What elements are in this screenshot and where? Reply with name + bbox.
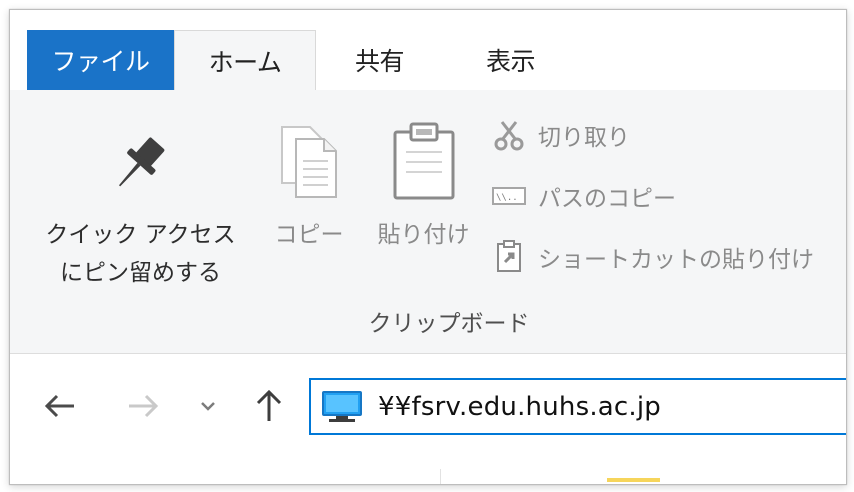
copy-button-label: コピー xyxy=(274,222,344,248)
paste-button[interactable]: 貼り付け xyxy=(361,108,486,254)
shortcut-icon xyxy=(492,240,526,274)
copy-path-label: パスのコピー xyxy=(538,186,676,212)
navigation-bar: ¥¥fsrv.edu.huhs.ac.jp xyxy=(10,354,846,484)
clipboard-small-actions: 切り取り \\.. パスのコピー ショートカットの貼り付け xyxy=(492,110,846,282)
home-tab[interactable]: ホーム xyxy=(174,30,316,90)
cut-label: 切り取り xyxy=(538,125,630,151)
address-path: ¥¥fsrv.edu.huhs.ac.jp xyxy=(378,391,662,422)
arrow-up-icon xyxy=(256,389,282,421)
recent-locations-button[interactable] xyxy=(194,384,222,428)
chevron-down-icon xyxy=(201,402,215,411)
copy-icon xyxy=(264,108,354,216)
explorer-window: ファイル ホーム 共有 表示 クイック アクセス にピン留めする コピー 貼り付… xyxy=(9,9,847,485)
home-tab-label: ホーム xyxy=(208,47,282,77)
paste-shortcut-button[interactable]: ショートカットの貼り付け xyxy=(492,232,846,282)
file-tab[interactable]: ファイル xyxy=(27,30,174,90)
paste-button-label: 貼り付け xyxy=(377,222,470,248)
cut-button[interactable]: 切り取り xyxy=(492,110,846,160)
arrow-right-icon xyxy=(129,394,159,418)
copy-button[interactable]: コピー xyxy=(264,108,354,254)
up-button[interactable] xyxy=(247,384,291,428)
forward-button[interactable] xyxy=(121,384,165,428)
computer-icon xyxy=(319,389,364,425)
file-tab-label: ファイル xyxy=(51,47,150,76)
view-tab-label: 表示 xyxy=(486,47,536,76)
paste-icon xyxy=(361,108,486,216)
ribbon-tab-bar: ファイル ホーム 共有 表示 xyxy=(10,10,846,90)
arrow-left-icon xyxy=(44,394,74,418)
address-bar[interactable]: ¥¥fsrv.edu.huhs.ac.jp xyxy=(309,378,846,435)
svg-text:\\..: \\.. xyxy=(496,193,518,203)
view-tab[interactable]: 表示 xyxy=(486,30,536,90)
back-button[interactable] xyxy=(38,384,82,428)
share-tab[interactable]: 共有 xyxy=(355,30,405,90)
pin-button-label-line-1: クイック アクセス xyxy=(45,222,236,248)
clipboard-group-label: クリップボード xyxy=(368,311,530,337)
pin-button-label-line-2: にピン留めする xyxy=(60,260,221,286)
scissors-icon xyxy=(492,118,526,152)
pin-to-quick-access-button[interactable]: クイック アクセス にピン留めする xyxy=(23,108,258,292)
share-tab-label: 共有 xyxy=(355,47,405,76)
paste-shortcut-label: ショートカットの貼り付け xyxy=(538,247,814,273)
ribbon-home-panel: クイック アクセス にピン留めする コピー 貼り付け 切り取り \\.. パスの… xyxy=(10,90,846,354)
pin-icon xyxy=(23,108,258,216)
divider xyxy=(440,469,441,484)
copy-path-button[interactable]: \\.. パスのコピー xyxy=(492,171,846,221)
path-icon: \\.. xyxy=(492,179,526,213)
folder-color-hint xyxy=(607,478,660,482)
